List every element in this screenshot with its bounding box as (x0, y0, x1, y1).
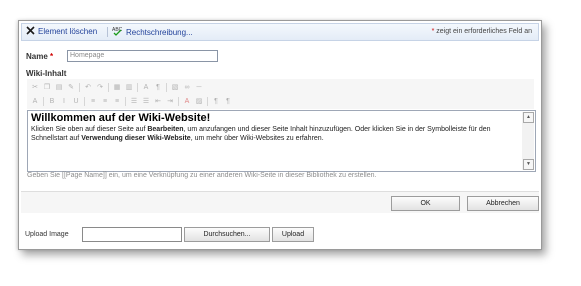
editor-text-3: , um mehr über Wiki-Websites zu erfahren… (190, 135, 324, 142)
cancel-button[interactable]: Abbrechen (467, 196, 539, 211)
image-icon[interactable]: ▧ (170, 82, 180, 92)
bullet-list-icon[interactable]: ☰ (141, 96, 151, 106)
delete-item-button[interactable]: Element löschen (26, 26, 97, 37)
toolbar-row-2: A B I U ≡ ≡ ≡ ☰ ☰ ⇤ ⇥ A ▨ ¶ ¶ (30, 95, 233, 107)
numbered-list-icon[interactable]: ☰ (129, 96, 139, 106)
top-toolbar: Element löschen ABC Rechtschreibung... *… (21, 23, 539, 41)
name-input[interactable]: Homepage (67, 50, 218, 62)
toolbar-row-1: ✂ ❐ ▤ ✎ ↶ ↷ ▦ ▥ A ¶ ▧ ∞ ─ (30, 81, 204, 93)
paste-plain-icon[interactable]: ✎ (66, 82, 76, 92)
hr-icon[interactable]: ─ (194, 82, 204, 92)
upload-image-label: Upload Image (25, 231, 69, 238)
ok-button[interactable]: OK (391, 196, 460, 211)
indent-icon[interactable]: ⇥ (165, 96, 175, 106)
text-color-icon[interactable]: A (182, 96, 192, 106)
rich-text-toolbar: ✂ ❐ ▤ ✎ ↶ ↷ ▦ ▥ A ¶ ▧ ∞ ─ A B I U ≡ ≡ ≡ ☰ ☰ ⇤ ⇥ A ▨ ¶ ¶ (27, 79, 534, 109)
spelling-button[interactable]: ABC Rechtschreibung... (112, 26, 193, 38)
browse-button[interactable]: Durchsuchen... (184, 227, 270, 242)
toolbar-separator (107, 27, 108, 37)
font-icon[interactable]: A (141, 82, 151, 92)
editor-paragraph: Klicken Sie oben auf dieser Seite auf Be… (31, 125, 519, 143)
scroll-up-icon[interactable]: ▲ (523, 112, 534, 123)
name-label-text: Name (26, 52, 48, 61)
required-field-note: * zeigt ein erforderliches Feld an (432, 28, 532, 35)
toolbar-separator (178, 96, 179, 106)
align-center-icon[interactable]: ≡ (100, 96, 110, 106)
delete-x-icon (26, 26, 35, 37)
name-field-label: Name * (26, 52, 53, 61)
align-left-icon[interactable]: ≡ (88, 96, 98, 106)
rtl-icon[interactable]: ¶ (223, 96, 233, 106)
editor-scrollbar[interactable]: ▲ ▼ (522, 112, 534, 170)
toolbar-separator (108, 82, 109, 92)
button-bar: OK Abbrechen (21, 191, 539, 213)
italic-icon[interactable]: I (59, 96, 69, 106)
upload-file-input[interactable] (82, 227, 182, 242)
toolbar-separator (125, 96, 126, 106)
table-icon[interactable]: ▦ (112, 82, 122, 92)
required-note-text: zeigt ein erforderliches Feld an (434, 28, 532, 35)
wiki-content-editor[interactable]: Willkommen auf der Wiki-Website! Klicken… (27, 110, 536, 172)
undo-icon[interactable]: ↶ (83, 82, 93, 92)
spelling-label: Rechtschreibung... (126, 27, 193, 37)
redo-icon[interactable]: ↷ (95, 82, 105, 92)
underline-icon[interactable]: U (71, 96, 81, 106)
name-required-star: * (50, 52, 54, 61)
ltr-icon[interactable]: ¶ (211, 96, 221, 106)
delete-item-label: Element löschen (38, 27, 98, 36)
edit-link-text: Bearbeiten (147, 126, 184, 133)
toolbar-separator (79, 82, 80, 92)
link-hint: Geben Sie [[Page Name]] ein, um eine Ver… (27, 172, 377, 179)
link-icon[interactable]: ∞ (182, 82, 192, 92)
wiki-content-label: Wiki-Inhalt (26, 69, 67, 78)
toolbar-separator (137, 82, 138, 92)
copy-icon[interactable]: ❐ (42, 82, 52, 92)
toolbar-separator (166, 82, 167, 92)
font-size-icon[interactable]: A (30, 96, 40, 106)
background-color-icon[interactable]: ▨ (194, 96, 204, 106)
upload-button[interactable]: Upload (272, 227, 314, 242)
edit-wiki-page-dialog: Element löschen ABC Rechtschreibung... *… (18, 20, 542, 250)
toolbar-separator (43, 96, 44, 106)
editor-content: Willkommen auf der Wiki-Website! Klicken… (31, 112, 519, 143)
bold-icon[interactable]: B (47, 96, 57, 106)
align-right-icon[interactable]: ≡ (112, 96, 122, 106)
toolbar-separator (84, 96, 85, 106)
editor-heading: Willkommen auf der Wiki-Website! (31, 112, 211, 124)
toolbar-separator (207, 96, 208, 106)
insert-table-icon[interactable]: ▥ (124, 82, 134, 92)
outdent-icon[interactable]: ⇤ (153, 96, 163, 106)
paste-icon[interactable]: ▤ (54, 82, 64, 92)
svg-text:ABC: ABC (112, 27, 123, 33)
spellcheck-icon: ABC (112, 26, 123, 38)
editor-text-1: Klicken Sie oben auf dieser Seite auf (31, 126, 148, 133)
cut-icon[interactable]: ✂ (30, 82, 40, 92)
wiki-usage-link-text: Verwendung dieser Wiki-Website (81, 135, 191, 142)
style-icon[interactable]: ¶ (153, 82, 163, 92)
scroll-down-icon[interactable]: ▼ (523, 159, 534, 170)
